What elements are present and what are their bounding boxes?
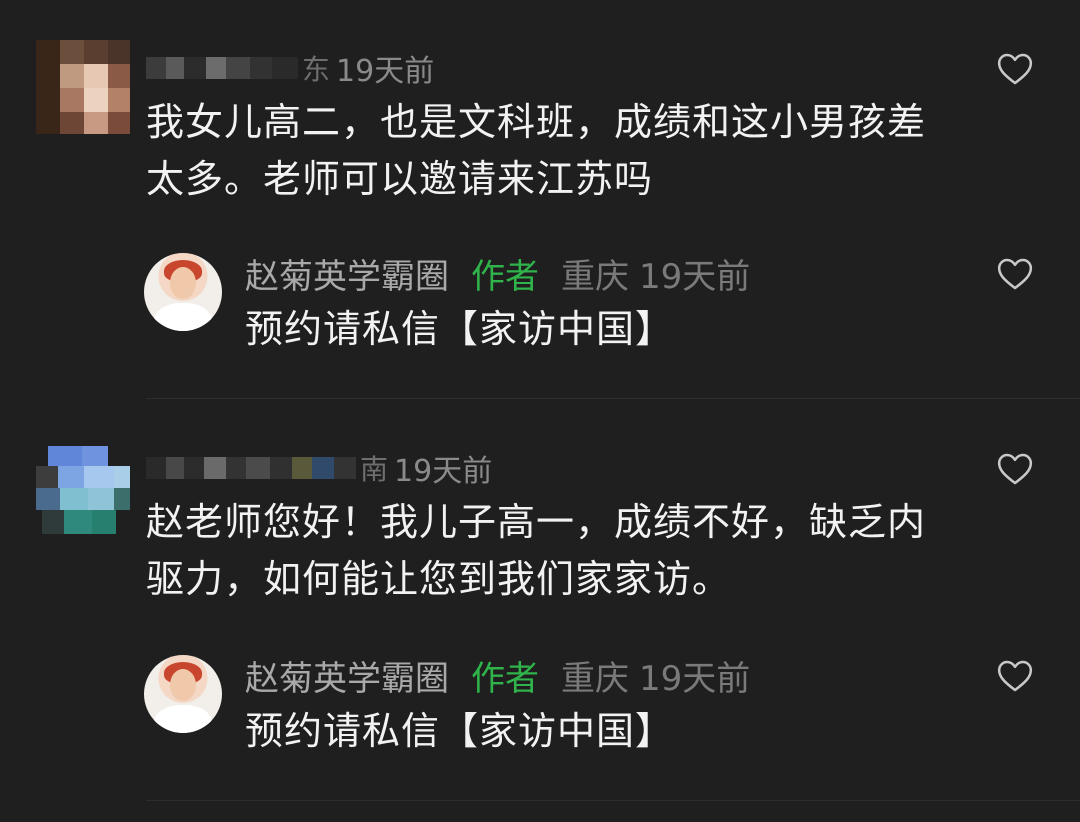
comment-meta: 东 19天前 [146,48,435,89]
blurred-username[interactable]: 东 [146,48,330,88]
blurred-username[interactable]: 南 [146,448,388,488]
comment-text-line: 驱力，如何能让您到我们家家访。 [146,557,732,601]
author-avatar[interactable] [144,253,222,331]
reply-like-button[interactable] [996,657,1034,693]
reply-text: 预约请私信【家访中国】 [245,307,675,351]
comment-text-line: 赵老师您好！我儿子高一，成绩不好，缺乏内 [146,500,927,544]
author-badge: 作者 [471,658,539,699]
heart-outline-icon [997,258,1033,290]
reply-time: 19天前 [639,256,751,297]
comment-text: 赵老师您好！我儿子高一，成绩不好，缺乏内 驱力，如何能让您到我们家家访。 [146,494,1006,608]
reply-time: 19天前 [639,658,751,699]
reply-like-button[interactable] [996,255,1034,291]
heart-outline-icon [997,453,1033,485]
reply-meta: 赵菊英学霸圈 作者 重庆 19天前 [245,651,751,700]
author-name[interactable]: 赵菊英学霸圈 [245,249,449,298]
comment-divider [146,398,1080,399]
comment-divider [146,800,1080,801]
author-badge: 作者 [471,256,539,297]
comment-time: 19天前 [336,54,435,89]
username-partial: 南 [360,453,389,486]
author-name[interactable]: 赵菊英学霸圈 [245,651,449,700]
comment-text: 我女儿高二，也是文科班，成绩和这小男孩差 太多。老师可以邀请来江苏吗 [146,94,1006,208]
heart-outline-icon [997,53,1033,85]
comment-text-line: 太多。老师可以邀请来江苏吗 [146,157,654,201]
commenter-avatar[interactable] [36,446,130,540]
reply-location: 重庆 [561,256,629,297]
reply-text: 预约请私信【家访中国】 [245,709,675,753]
comment-time: 19天前 [394,454,493,489]
comment-text-line: 我女儿高二，也是文科班，成绩和这小男孩差 [146,100,927,144]
like-button[interactable] [996,450,1034,486]
like-button[interactable] [996,50,1034,86]
reply-meta: 赵菊英学霸圈 作者 重庆 19天前 [245,249,751,298]
comment-meta: 南 19天前 [146,448,493,489]
commenter-avatar[interactable] [36,40,130,134]
heart-outline-icon [997,660,1033,692]
username-partial: 东 [302,53,331,86]
author-avatar[interactable] [144,655,222,733]
reply-location: 重庆 [561,658,629,699]
